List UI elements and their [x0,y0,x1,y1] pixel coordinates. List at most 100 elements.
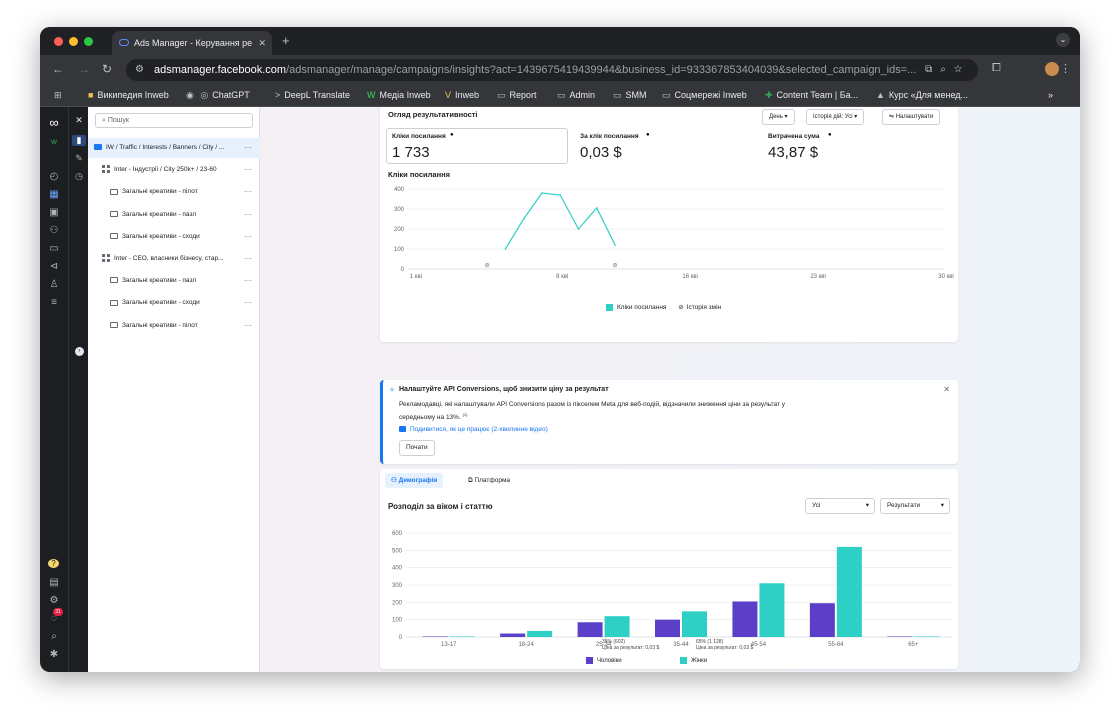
extensions-icon[interactable]: ⧠ [992,62,1001,75]
row-more-icon[interactable]: ··· [244,182,252,202]
tree-row-ad[interactable]: Загальні креативи - пілот ··· [88,182,260,202]
install-app-icon[interactable]: ⧉ [925,64,940,75]
bookmark-deepl[interactable]: > DeepL Translate [275,90,350,100]
row-more-icon[interactable]: ··· [244,138,252,158]
zoom-icon[interactable]: ⌕ [940,64,954,75]
close-window-button[interactable] [54,37,63,46]
start-button[interactable]: Почати [399,440,435,456]
tree-row-ad[interactable]: Загальні креативи - сходи ··· [88,227,260,247]
day-dropdown[interactable]: День ▾ [762,109,795,125]
business-people-icon[interactable]: ♙ [47,279,61,290]
tab-demographics[interactable]: ⚇ Демографія [385,473,444,488]
customize-button[interactable]: ⇋ Налаштувати [882,109,941,125]
metric-link-clicks[interactable]: Кліки посилання ● 1 733 [386,128,568,164]
ad-icon [110,233,118,240]
forward-arrow-icon[interactable]: → [78,62,90,76]
row-more-icon[interactable]: ··· [244,271,252,291]
close-panel-icon[interactable]: ✕ [72,115,86,126]
bookmark-media-inweb[interactable]: W Медіа Inweb [367,90,431,100]
ads-icon[interactable]: ⊲ [47,261,61,272]
notifications-panel-icon[interactable]: ▤ [47,577,61,588]
banner-close-icon[interactable]: ✕ [943,385,950,394]
settings-gear-icon[interactable]: ⚙ [47,595,61,606]
breakdown-title: Розподіл за віком і статтю [388,502,493,511]
history-clock-icon[interactable]: ◷ [72,171,86,182]
tree-row-adset[interactable]: Inter - CEO, власники бізнесу, стар... ··… [88,249,260,269]
history-dropdown[interactable]: Історія дій: Усі ▾ [806,109,865,125]
bookmark-admin[interactable]: ▭ Admin [557,90,595,101]
edit-pencil-icon[interactable]: ✎ [72,153,86,164]
bar-men [655,619,680,637]
bookmarks-overflow-button[interactable]: » [1048,90,1053,100]
bookmark-inweb[interactable]: V Inweb [445,90,479,100]
meta-logo-icon[interactable]: ∞ [47,115,61,130]
close-tab-icon[interactable]: ✕ [258,31,266,55]
bookmark-report[interactable]: ▭ Report [497,90,537,101]
row-more-icon[interactable]: ··· [244,316,252,336]
y-tick-label: 0 [401,267,405,273]
bookmark-smm[interactable]: ▭ SMM [613,90,647,101]
ad-icon [110,210,118,217]
tree-row-ad[interactable]: Загальні креативи - сходи ··· [88,293,260,313]
profile-avatar[interactable] [1045,62,1059,76]
expand-panel-icon[interactable]: › [75,347,84,356]
bookmark-chatgpt[interactable]: ◉ ◎ ChatGPT [186,90,250,101]
search-icon[interactable]: ⌕ [47,631,61,642]
kebab-menu-icon[interactable]: ⋮ [1060,62,1071,75]
row-more-icon[interactable]: ··· [244,227,252,247]
omnibox-actions[interactable]: ⧉⌕☆ [925,59,970,81]
reports-icon[interactable]: ▣ [47,207,61,218]
bookmark-course[interactable]: ▲ Курс «Для менед... [876,90,968,100]
bookmark-socials[interactable]: ▭ Соцмережі Inweb [662,90,747,101]
site-settings-icon[interactable]: ⚙ [135,59,144,81]
bar-legend-women: Жінки [680,657,707,665]
tree-row-ad[interactable]: Загальні креативи - пазл ··· [88,205,260,225]
row-more-icon[interactable]: ··· [244,160,252,180]
tree-row-campaign[interactable]: IW / Traffic / Interests / Banners / Cit… [88,138,260,158]
help-icon[interactable]: ? [48,559,59,568]
metric-amount-spent[interactable]: Витрачена сума ● 43,87 $ [764,128,946,164]
address-bar[interactable]: ⚙ adsmanager.facebook.com/adsmanager/man… [126,59,978,81]
x-tick-label: 30 кві [938,274,954,280]
bookmark-star-icon[interactable]: ☆ [954,64,970,75]
x-tick-label: 23 кві [810,274,826,280]
metric-label: За клік посилання [580,133,639,140]
x-tick-label: 18-24 [518,642,534,648]
tab-platform[interactable]: ⧉ Платформа [462,473,516,488]
row-more-icon[interactable]: ··· [244,293,252,313]
tree-row-ad[interactable]: Загальні креативи - пазл ··· [88,271,260,291]
metric-cost-per-click[interactable]: За клік посилання ● 0,03 $ [576,128,758,164]
tree-search-input[interactable]: ⌕ Пошук [95,113,253,128]
reload-icon[interactable]: ↻ [102,62,112,76]
new-tab-button[interactable]: + [282,31,290,51]
plus-green-icon: ✚ [765,90,773,100]
tree-row-ad[interactable]: Загальні креативи - пілот ··· [88,316,260,336]
metric-filter-select[interactable]: Результати ▾ [880,498,950,514]
row-more-icon[interactable]: ··· [244,205,252,225]
all-tools-icon[interactable]: ≡ [47,297,61,308]
campaigns-table-icon[interactable]: ▦ [47,189,61,200]
dashboard-icon[interactable]: ◴ [47,171,61,182]
tab-ads-manager[interactable]: Ads Manager - Керування ре ✕ [112,31,272,55]
apps-grid-icon[interactable]: ⊞ [54,90,62,101]
billing-icon[interactable]: ▭ [47,243,61,254]
main-nav-rail: ∞ w ◴ ▦ ▣ ⚇ ▭ ⊲ ♙ ≡ ? ▤ ⚙ ◌ 31 ⌕ ✱ [40,107,68,672]
bookmark-content-team[interactable]: ✚ Content Team | Ба... [765,90,858,101]
maximize-window-button[interactable] [84,37,93,46]
audiences-icon[interactable]: ⚇ [47,225,61,236]
watch-video-link[interactable]: Подивитися, як це працює (2-хвилинне від… [399,426,548,433]
x-tick-label: 65+ [908,642,919,648]
y-tick-label: 400 [394,187,405,193]
chatgpt-icon: ◎ [200,90,209,100]
tree-row-adset[interactable]: Inter - Індустрії / City 250k+ / 23-60 ··… [88,160,260,180]
minimize-window-button[interactable] [69,37,78,46]
back-arrow-icon[interactable]: ← [52,62,64,76]
bookmark-wikipedia[interactable]: ■ Википедия Inweb [88,90,169,100]
row-more-icon[interactable]: ··· [244,249,252,269]
gender-filter-select[interactable]: Усі ▾ [805,498,875,514]
account-logo-icon[interactable]: w [47,137,61,146]
tab-search-button[interactable]: ⌄ [1056,33,1070,47]
bookmarks-bar: ⊞ ■ Википедия Inweb ◉ ◎ ChatGPT > DeepL Tra… [40,85,1080,107]
chart-view-icon[interactable]: ▮ [72,135,86,146]
bug-report-icon[interactable]: ✱ [47,649,61,660]
